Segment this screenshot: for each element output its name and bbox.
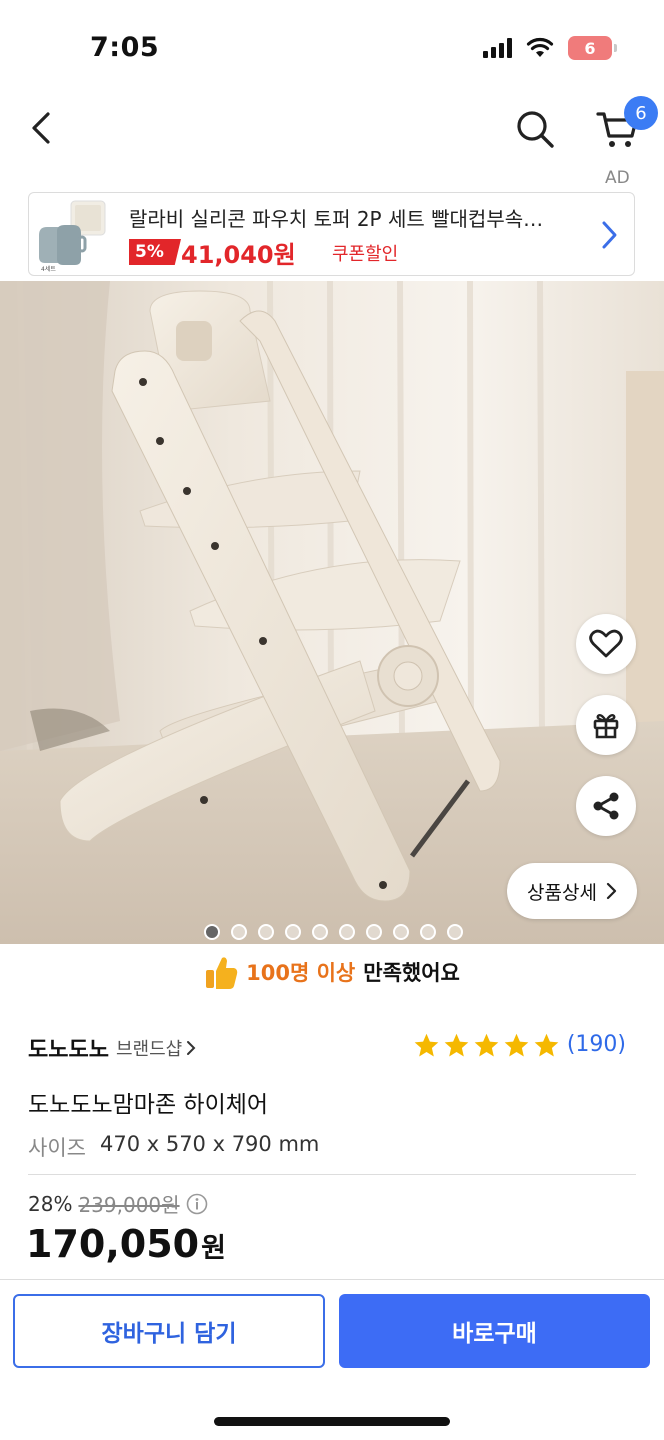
search-icon[interactable] — [512, 106, 558, 152]
pagination-dot[interactable] — [258, 924, 274, 940]
pagination-dot[interactable] — [420, 924, 436, 940]
pagination-dot[interactable] — [312, 924, 328, 940]
satisfaction-banner: 100명 이상 만족했어요 — [0, 952, 664, 992]
back-icon[interactable] — [24, 108, 60, 148]
info-icon[interactable] — [186, 1193, 208, 1215]
ad-discount-badge: 5% — [129, 239, 181, 265]
add-to-cart-button[interactable]: 장바구니 담기 — [13, 1294, 325, 1368]
pagination-dot[interactable] — [204, 924, 220, 940]
satisfaction-text: 만족했어요 — [363, 961, 460, 985]
status-icons: 6 — [483, 36, 617, 60]
size-label: 사이즈 — [28, 1136, 86, 1160]
share-icon — [593, 792, 619, 820]
star-icon — [444, 1033, 469, 1057]
ad-banner[interactable]: 4세트 랄라비 실리콘 파우치 토퍼 2P 세트 빨대컵부속… 5% 41,04… — [28, 192, 635, 276]
status-time: 7:05 — [90, 32, 160, 63]
pagination-dot[interactable] — [447, 924, 463, 940]
rating-stars[interactable] — [413, 1032, 560, 1059]
product-image-gallery[interactable]: 상품상세 — [0, 281, 664, 944]
battery-level: 6 — [584, 38, 596, 58]
currency-unit: 원 — [201, 1233, 226, 1264]
star-icon — [474, 1033, 499, 1057]
divider — [0, 1279, 664, 1280]
ad-title: 랄라비 실리콘 파우치 토퍼 2P 세트 빨대컵부속… — [129, 207, 544, 231]
size-value: 470 x 570 x 790 mm — [99, 1132, 320, 1156]
ad-thumb-caption: 4세트 — [41, 265, 56, 273]
brand-shop-link[interactable]: 브랜드샵 — [116, 1035, 196, 1061]
ad-product-thumbnail: 4세트 — [39, 200, 106, 273]
thumbs-up-icon — [206, 957, 238, 989]
satisfaction-count: 100명 이상 — [246, 961, 356, 985]
home-indicator[interactable] — [214, 1417, 450, 1426]
star-icon — [414, 1033, 439, 1057]
ad-label: AD — [605, 168, 630, 188]
star-icon — [504, 1033, 529, 1057]
wifi-icon — [526, 37, 554, 57]
share-button[interactable] — [576, 776, 636, 836]
gift-button[interactable] — [576, 695, 636, 755]
chevron-right-icon — [187, 1041, 196, 1055]
brand-row: 도노도노 브랜드샵 (190) — [28, 1030, 636, 1064]
cellular-signal-icon — [483, 38, 512, 58]
cart-count-badge: 6 — [624, 96, 658, 130]
star-icon — [534, 1033, 559, 1057]
pagination-dot[interactable] — [366, 924, 382, 940]
gift-icon — [593, 713, 619, 739]
original-price: 239,000원 — [78, 1193, 180, 1217]
pagination-dot[interactable] — [339, 924, 355, 940]
brand-shop-label: 브랜드샵 — [116, 1039, 183, 1060]
pagination-dot[interactable] — [285, 924, 301, 940]
product-name: 도노도노맘마존 하이체어 — [28, 1092, 269, 1118]
ad-coupon-label: 쿠폰할인 — [332, 244, 399, 265]
product-photo — [0, 281, 664, 944]
chevron-right-icon — [606, 882, 617, 900]
product-detail-label: 상품상세 — [527, 881, 597, 904]
buy-now-button[interactable]: 바로구매 — [339, 1294, 650, 1368]
final-price-value: 170,050 — [26, 1222, 200, 1266]
gallery-pagination — [204, 924, 463, 940]
review-count[interactable]: (190) — [567, 1032, 626, 1057]
status-bar: 7:05 6 — [0, 0, 664, 100]
brand-name[interactable]: 도노도노 — [28, 1032, 109, 1064]
discount-rate: 28% — [28, 1191, 73, 1216]
pagination-dot[interactable] — [231, 924, 247, 940]
heart-icon — [589, 629, 623, 658]
pagination-dot[interactable] — [393, 924, 409, 940]
final-price: 170,050 원 — [26, 1222, 226, 1266]
battery-icon: 6 — [568, 36, 617, 60]
price-row: 28% 239,000원 — [28, 1189, 208, 1218]
divider — [28, 1174, 636, 1175]
ad-price: 41,040원 — [181, 241, 296, 269]
top-nav — [0, 96, 664, 166]
size-row: 사이즈 470 x 570 x 790 mm — [28, 1132, 319, 1162]
product-detail-button[interactable]: 상품상세 — [507, 863, 637, 919]
wishlist-button[interactable] — [576, 614, 636, 674]
chevron-right-icon — [602, 221, 617, 249]
